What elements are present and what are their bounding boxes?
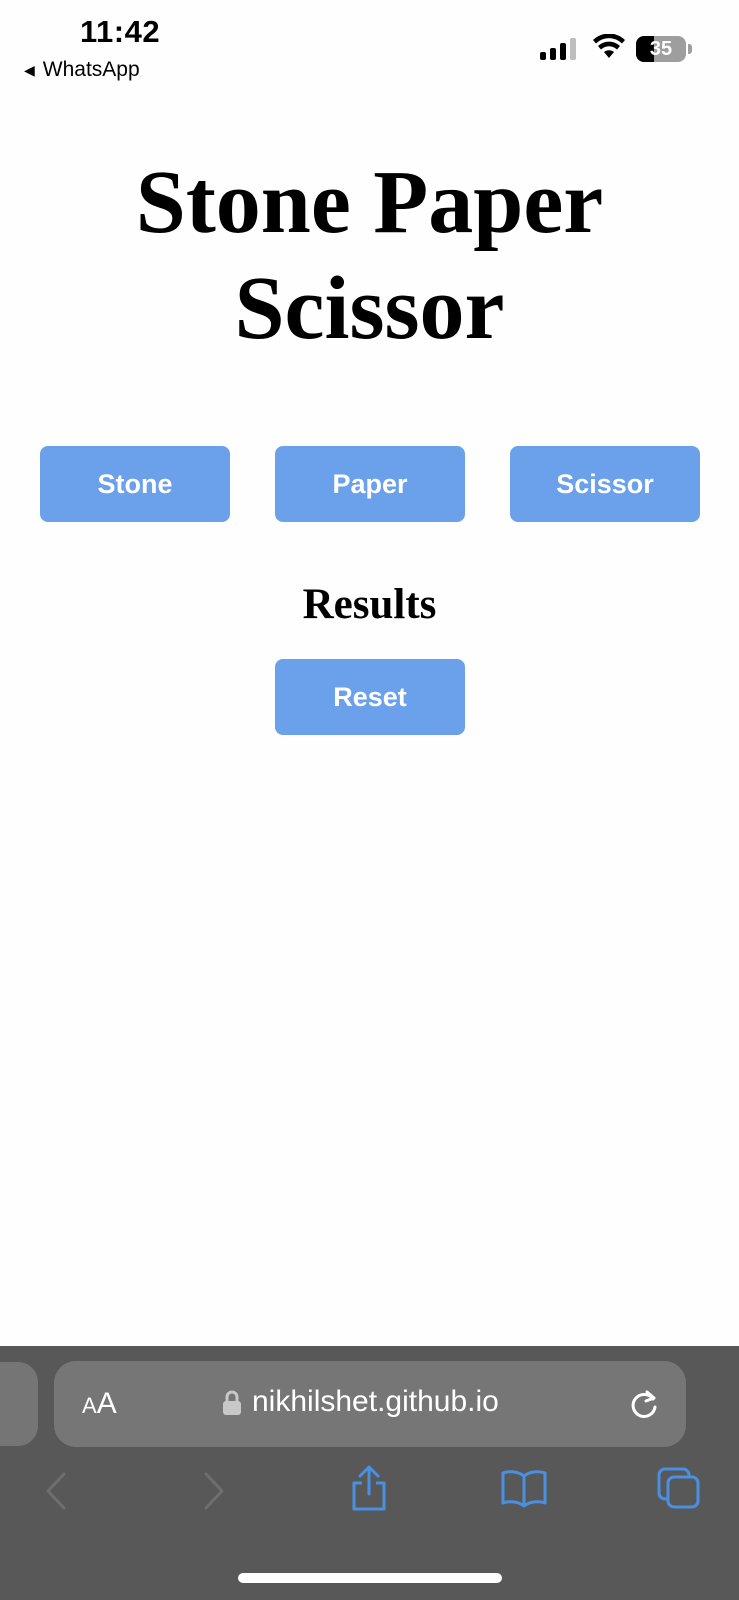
text-size-small-glyph: A <box>82 1393 97 1418</box>
browser-toolbar: AA nikhilshet.github.io <box>0 1346 739 1600</box>
back-app-label: WhatsApp <box>42 58 140 81</box>
screen: 11:42 ◀ WhatsApp 35 Stone Paper Scissor … <box>0 0 739 1600</box>
title-line-1: Stone Paper <box>135 153 604 252</box>
battery-percent: 35 <box>649 37 673 60</box>
title-line-2: Scissor <box>234 259 505 358</box>
url-text: nikhilshet.github.io <box>252 1385 499 1418</box>
previous-tab-peek[interactable] <box>0 1362 38 1446</box>
battery-nub <box>688 44 692 54</box>
text-size-button[interactable]: AA <box>82 1387 117 1421</box>
cellular-signal-icon <box>540 38 576 60</box>
chevron-left-icon[interactable] <box>42 1470 70 1512</box>
chevron-right-icon[interactable] <box>200 1470 228 1512</box>
lock-icon <box>223 1390 241 1415</box>
back-to-app-link[interactable]: ◀ WhatsApp <box>24 58 140 82</box>
wifi-icon <box>593 34 625 58</box>
paper-button[interactable]: Paper <box>275 446 465 522</box>
share-icon[interactable] <box>348 1464 390 1512</box>
address-bar[interactable]: AA nikhilshet.github.io <box>54 1361 686 1447</box>
text-size-big-glyph: A <box>96 1387 117 1420</box>
reset-button[interactable]: Reset <box>275 659 465 735</box>
status-time: 11:42 <box>80 14 161 49</box>
reload-icon[interactable] <box>628 1387 660 1421</box>
scissor-button[interactable]: Scissor <box>510 446 700 522</box>
battery-icon: 35 <box>636 36 686 62</box>
home-indicator[interactable] <box>238 1573 502 1583</box>
back-triangle-icon: ◀ <box>24 61 35 78</box>
book-icon[interactable] <box>500 1468 548 1508</box>
tabs-icon[interactable] <box>656 1466 702 1510</box>
stone-button[interactable]: Stone <box>40 446 230 522</box>
page-title: Stone Paper Scissor <box>0 150 739 362</box>
results-heading: Results <box>302 581 437 628</box>
